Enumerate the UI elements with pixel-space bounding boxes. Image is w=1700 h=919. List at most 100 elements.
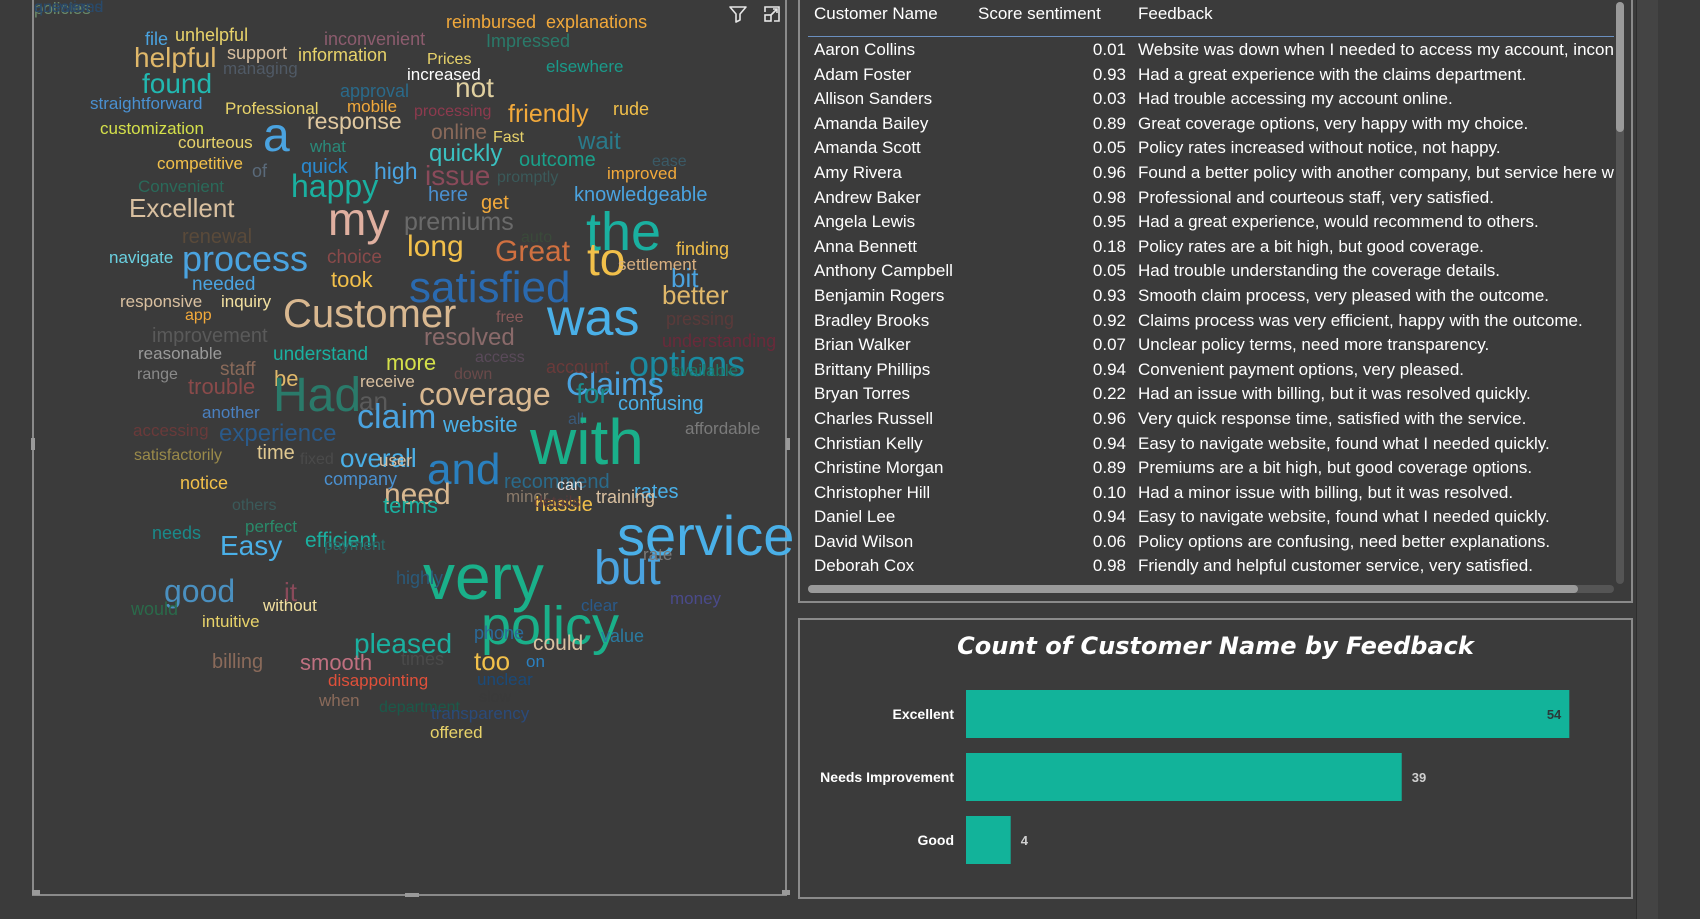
word-cloud-word[interactable]: access	[475, 350, 525, 366]
word-cloud-word[interactable]: it	[284, 579, 297, 605]
bar[interactable]	[966, 753, 1402, 801]
word-cloud-word[interactable]: for	[576, 380, 609, 408]
table-row[interactable]: Bryan Torres 0.22 Had an issue with billin…	[808, 382, 1614, 407]
bar[interactable]	[966, 690, 1570, 738]
table-row[interactable]: Christopher Hill 0.10 Had a minor issue wi…	[808, 481, 1614, 506]
word-cloud-word[interactable]: inquiry	[221, 293, 271, 310]
word-cloud-word[interactable]: would	[131, 600, 178, 618]
table-row[interactable]: Benjamin Rogers 0.93 Smooth claim process,…	[808, 284, 1614, 309]
table-row[interactable]: Anthony Campbell 0.05 Had trouble understa…	[808, 259, 1614, 284]
table-row[interactable]: Amanda Scott 0.05 Policy rates increased w…	[808, 136, 1614, 161]
word-cloud-word[interactable]: app	[185, 308, 212, 324]
word-cloud-word[interactable]: could	[533, 633, 583, 654]
word-cloud-visual[interactable]: file unhelpful inconvenient reimbursed expla…	[31, 0, 814, 897]
word-cloud-word[interactable]: money	[670, 590, 721, 607]
table-row[interactable]: Angela Lewis 0.95 Had a great experience, …	[808, 210, 1614, 235]
word-cloud-word[interactable]: payment	[324, 538, 385, 554]
bar[interactable]	[966, 816, 1011, 864]
word-cloud-word[interactable]: explanations	[546, 13, 647, 31]
word-cloud-word[interactable]: notice	[180, 474, 228, 492]
word-cloud-word[interactable]: highly	[396, 569, 443, 587]
word-cloud-word[interactable]: friendly	[508, 102, 589, 127]
word-cloud-word[interactable]: affordable	[685, 420, 760, 437]
customer-table-visual[interactable]: Customer Name Score sentiment Feedback A…	[798, 0, 1633, 603]
word-cloud-word[interactable]: user	[379, 452, 412, 469]
word-cloud-word[interactable]: accessing	[133, 422, 209, 439]
table-row[interactable]: Charles Russell 0.96 Very quick response t…	[808, 407, 1614, 432]
table-row[interactable]: Anna Bennett 0.18 Policy rates are a bit h…	[808, 235, 1614, 260]
resize-handle-left[interactable]	[31, 438, 35, 450]
word-cloud-word[interactable]: was	[547, 292, 639, 344]
word-cloud-word[interactable]: range	[137, 367, 178, 383]
word-cloud-word[interactable]: claim	[357, 400, 436, 434]
column-header-score-sentiment[interactable]: Score sentiment	[978, 4, 1101, 24]
filter-button[interactable]	[726, 2, 750, 26]
word-cloud-word[interactable]: billing	[212, 652, 263, 672]
table-row[interactable]: Daniel Lee 0.94 Easy to navigate website, …	[808, 505, 1614, 530]
word-cloud-word[interactable]: others	[232, 498, 276, 514]
word-cloud-word[interactable]: my	[328, 196, 389, 242]
word-cloud-word[interactable]: Easy	[220, 532, 282, 560]
word-cloud-word[interactable]: of	[252, 162, 267, 180]
word-cloud-word[interactable]: Impressed	[486, 32, 570, 50]
word-cloud-word[interactable]: courteous	[178, 134, 253, 151]
word-cloud-word[interactable]: Excellent	[129, 195, 235, 221]
word-cloud-word[interactable]: rude	[613, 100, 649, 118]
word-cloud-word[interactable]: terms	[383, 495, 438, 517]
word-cloud-word[interactable]: when	[319, 692, 360, 709]
word-cloud-word[interactable]: took	[331, 269, 373, 291]
word-cloud-word[interactable]: website	[443, 414, 518, 436]
word-cloud-word[interactable]: clear	[581, 597, 618, 614]
word-cloud-word[interactable]: unclear	[477, 671, 533, 688]
resize-handle-corner-br[interactable]	[782, 890, 790, 895]
word-cloud-word[interactable]: response	[307, 110, 402, 133]
table-row[interactable]: Brittany Phillips 0.94 Convenient payment …	[808, 358, 1614, 383]
word-cloud-word[interactable]: processing	[414, 104, 491, 120]
word-cloud-word[interactable]: questions	[34, 0, 103, 16]
word-cloud-word[interactable]: outcome	[519, 150, 596, 170]
word-cloud-word[interactable]: long	[407, 232, 464, 262]
horizontal-scrollbar[interactable]	[808, 585, 1614, 593]
word-cloud-word[interactable]: elsewhere	[546, 58, 624, 75]
resize-handle-corner-bl[interactable]	[32, 890, 40, 895]
table-row[interactable]: Brian Walker 0.07 Unclear policy terms, ne…	[808, 333, 1614, 358]
resize-handle-bottom[interactable]	[405, 893, 419, 897]
bar-chart-visual[interactable]: Count of Customer Name by Feedback Excel…	[798, 618, 1633, 899]
word-cloud-word[interactable]: information	[298, 46, 387, 64]
word-cloud-word[interactable]: value	[601, 627, 644, 645]
word-cloud-word[interactable]: can	[557, 478, 583, 494]
word-cloud-word[interactable]: improved	[607, 165, 677, 182]
word-cloud-word[interactable]: a	[263, 112, 290, 160]
word-cloud-word[interactable]: offered	[430, 724, 483, 741]
word-cloud-word[interactable]: more	[386, 352, 436, 374]
word-cloud-word[interactable]: here	[428, 185, 468, 205]
word-cloud-word[interactable]: fixed	[300, 452, 334, 468]
word-cloud-word[interactable]: available	[671, 362, 738, 379]
word-cloud-word[interactable]: needs	[152, 524, 201, 542]
table-row[interactable]: Bradley Brooks 0.92 Claims process was ver…	[808, 309, 1614, 334]
table-row[interactable]: Amy Rivera 0.96 Found a better policy with…	[808, 161, 1614, 186]
word-cloud-word[interactable]: high	[374, 160, 417, 183]
word-cloud-word[interactable]: transparency	[431, 705, 529, 722]
word-cloud-word[interactable]: what	[310, 138, 346, 155]
resize-handle-right[interactable]	[786, 438, 790, 450]
word-cloud-word[interactable]: disappointing	[328, 672, 428, 689]
focus-mode-button[interactable]	[760, 2, 784, 26]
word-cloud-word[interactable]: understand	[273, 345, 368, 364]
word-cloud-word[interactable]: on	[526, 653, 545, 670]
word-cloud-word[interactable]: competitive	[157, 155, 243, 172]
word-cloud-word[interactable]: phone	[474, 624, 524, 642]
word-cloud-word[interactable]: better	[662, 282, 729, 308]
word-cloud-word[interactable]: intuitive	[202, 613, 260, 630]
table-row[interactable]: Aaron Collins 0.01 Website was down when I…	[808, 38, 1614, 63]
horizontal-scrollbar-thumb[interactable]	[808, 585, 1578, 593]
word-cloud-word[interactable]: Had	[273, 372, 361, 420]
column-header-feedback[interactable]: Feedback	[1138, 4, 1213, 24]
word-cloud-word[interactable]: choice	[327, 248, 382, 267]
word-cloud-word[interactable]: promptly	[497, 170, 558, 186]
word-cloud-word[interactable]: time	[257, 443, 295, 463]
word-cloud-word[interactable]: times	[401, 650, 444, 668]
table-row[interactable]: Andrew Baker 0.98 Professional and courteo…	[808, 186, 1614, 211]
word-cloud-word[interactable]: improvement	[152, 326, 268, 346]
word-cloud-word[interactable]: managing	[223, 60, 298, 77]
